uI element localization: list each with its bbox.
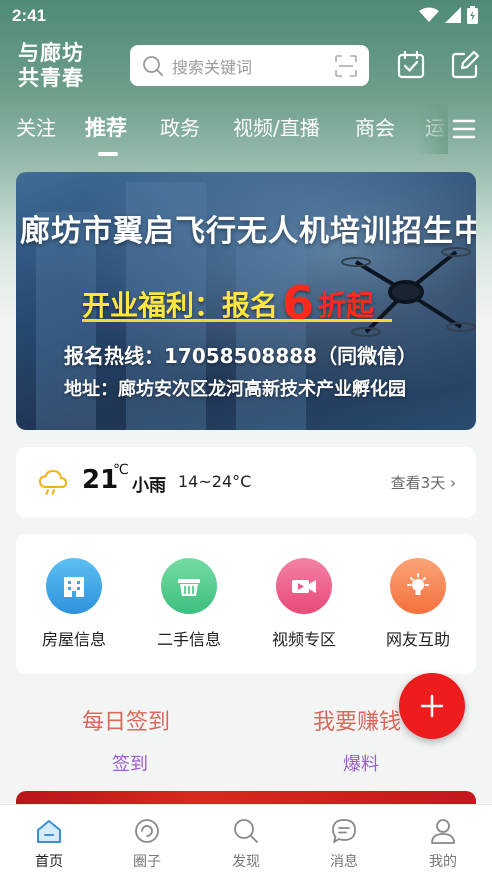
banner-address: 地址：廊坊安次区龙河高新技术产业孵化园 [64, 379, 406, 400]
weather-condition: 小雨 [132, 476, 166, 496]
nav-circle[interactable]: 圈子 [117, 817, 177, 871]
add-post-button[interactable] [399, 673, 465, 739]
service-label: 视频专区 [271, 630, 336, 649]
tab-chamber[interactable]: 商会 [355, 112, 395, 141]
forecast-link-label: 查看3天 [390, 474, 446, 492]
service-video[interactable]: 视频专区 [246, 558, 362, 650]
services-card: 房屋信息 二手信息 视频专区 网友互助 [16, 534, 476, 674]
basket-icon [161, 558, 217, 614]
submit-tip-button[interactable]: 爆料 [343, 750, 379, 776]
home-icon [37, 820, 61, 843]
service-housing[interactable]: 房屋信息 [16, 558, 132, 650]
nav-home[interactable]: 首页 [19, 817, 79, 871]
nav-label: 消息 [330, 854, 358, 870]
daily-checkin-title[interactable]: 每日签到 [82, 704, 170, 736]
channel-tabs: 关注 推荐 政务 视频/直播 商会 运 [0, 104, 492, 160]
nav-profile[interactable]: 我的 [413, 817, 473, 871]
chevron-right-icon: › [450, 474, 456, 492]
wifi-icon [419, 7, 439, 22]
temperature-range: 14~24°C [178, 472, 252, 491]
logo-line-2: 共青春 [18, 65, 84, 90]
nav-label: 圈子 [133, 854, 161, 870]
service-label: 二手信息 [156, 630, 221, 649]
promo-tail: 折起 [318, 289, 375, 322]
battery-icon [467, 6, 478, 24]
edit-icon[interactable] [450, 50, 480, 80]
rain-cloud-icon [38, 469, 68, 495]
promo-banner[interactable]: 廊坊市翼启飞行无人机培训招生中 开业福利：报名6 折起 报名热线：17058508… [16, 172, 476, 430]
app-logo: 与廊坊 共青春 [18, 40, 104, 92]
search-placeholder: 搜索关键词 [172, 57, 253, 77]
tab-follow[interactable]: 关注 [16, 112, 56, 141]
bottom-nav: 首页 圈子 发现 消息 我的 [0, 804, 492, 875]
scan-icon[interactable] [335, 54, 357, 77]
logo-line-1: 与廊坊 [18, 40, 84, 65]
status-bar: 2:41 [0, 0, 492, 32]
checkin-button[interactable]: 签到 [112, 750, 148, 776]
nav-label: 首页 [35, 854, 63, 870]
search-icon [143, 55, 163, 76]
search-input[interactable]: 搜索关键词 [130, 45, 369, 86]
weather-card[interactable]: 21 ℃ 小雨 14~24°C 查看3天 › [16, 447, 476, 518]
status-icons [419, 6, 478, 24]
status-time: 2:41 [12, 6, 47, 25]
promo-underline [82, 319, 392, 322]
temperature-unit: ℃ [113, 462, 129, 478]
nav-label: 我的 [429, 854, 457, 870]
signal-icon [445, 7, 461, 23]
chat-bubble-icon [332, 819, 356, 843]
active-tab-indicator [98, 152, 118, 156]
banner-hotline: 报名热线：17058508888（同微信） [64, 344, 418, 368]
forecast-link[interactable]: 查看3天 › [391, 472, 456, 493]
nav-discover[interactable]: 发现 [216, 817, 276, 871]
service-label: 房屋信息 [41, 630, 106, 649]
nav-label: 发现 [232, 854, 260, 870]
calendar-check-icon[interactable] [396, 50, 426, 80]
banner-promo: 开业福利：报名6 折起 [82, 272, 375, 330]
service-secondhand[interactable]: 二手信息 [131, 558, 247, 650]
lightbulb-icon [390, 558, 446, 614]
discover-search-icon [234, 819, 258, 843]
earn-money-title[interactable]: 我要赚钱 [313, 704, 401, 736]
tab-government[interactable]: 政务 [160, 112, 200, 141]
tab-fade [416, 104, 448, 154]
service-mutual-help[interactable]: 网友互助 [360, 558, 476, 650]
plus-icon [420, 694, 444, 718]
nav-messages[interactable]: 消息 [314, 817, 374, 871]
circle-refresh-icon [135, 819, 159, 843]
video-camera-icon [276, 558, 332, 614]
promo-text: 开业福利：报名 [82, 289, 279, 322]
menu-icon[interactable] [452, 118, 476, 140]
service-label: 网友互助 [385, 630, 450, 649]
building-icon [46, 558, 102, 614]
tab-recommend[interactable]: 推荐 [85, 112, 127, 142]
tab-video-live[interactable]: 视频/直播 [233, 112, 320, 141]
banner-title: 廊坊市翼启飞行无人机培训招生中 [20, 214, 476, 249]
user-icon [431, 819, 455, 844]
